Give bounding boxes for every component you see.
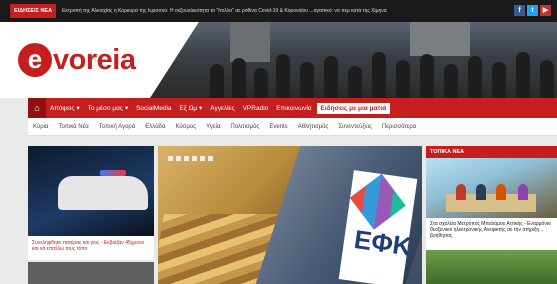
ticker-text[interactable]: Εκτροπή της Αλκιοχίας η Κορκυρα της Ιερι… (62, 8, 502, 14)
subnav-synenteyxeis[interactable]: Συνεντεύξεις (333, 124, 377, 130)
nav-item-news-glance[interactable]: Ειδήσεις με μια ματιά (315, 101, 392, 115)
nav-item-socialmedia[interactable]: SocialMedia (132, 105, 175, 112)
subnav-politismos[interactable]: Πολιτισμός (225, 124, 264, 130)
logo-letter: e (18, 43, 52, 77)
subnav-ygeia[interactable]: Υγεία (201, 124, 225, 130)
police-car-image (58, 176, 148, 210)
social-links: f t ▶ (514, 5, 551, 16)
ticker-label: ΕΙΔΗΣΕΙΣ ΝΕΑ (10, 4, 57, 18)
youtube-icon[interactable]: ▶ (540, 5, 551, 16)
local-news-widget: ΤΟΠΙΚΑ ΝΕΑ Στα σχολεία Μετρόπος Μπαλάμου… (426, 146, 557, 284)
nav-item-aggelies[interactable]: Αγγελίες (206, 105, 238, 112)
facebook-icon[interactable]: f (514, 5, 525, 16)
local-news-header[interactable]: ΤΟΠΙΚΑ ΝΕΑ (426, 146, 557, 158)
sub-nav: Κύρια Τοπικά Νέα Τοπική Αγορά Ελλάδα Κόσ… (28, 118, 557, 136)
content-area: Συνελήφθηκε πατέρας και γιος - Εκβιάζαν … (28, 140, 557, 284)
local-news-caption[interactable]: Στα σχολεία Μετρόπος Μπαλάμου Αττικής - … (426, 218, 557, 250)
nav-item-epikoinonia[interactable]: Επικοινωνία (272, 105, 315, 112)
subnav-kyria[interactable]: Κύρια (28, 124, 54, 130)
featured-article-image[interactable]: ΕΦΚ (158, 146, 422, 284)
header-banner-image (150, 22, 557, 98)
outdoor-image[interactable] (426, 250, 557, 284)
nav-item-apopseis[interactable]: Απόψεις ▾ (46, 104, 84, 112)
nav-item-ex-om[interactable]: Εξ Ωμ ▾ (176, 104, 207, 112)
twitter-icon[interactable]: t (527, 5, 538, 16)
subnav-topika-nea[interactable]: Τοπικά Νέα (54, 124, 94, 130)
nav-item-vpradio[interactable]: VPRadio (239, 105, 273, 112)
news-card-image[interactable] (28, 146, 154, 236)
subnav-topiki-agora[interactable]: Τοπική Αγορά (94, 124, 141, 130)
subnav-kosmos[interactable]: Κόσμος (171, 124, 202, 130)
site-logo[interactable]: e voreia (18, 38, 168, 82)
subnav-perissotera[interactable]: Περισσότερα (377, 124, 421, 130)
logo-text: voreia (53, 43, 136, 76)
top-ticker-bar: ΕΙΔΗΣΕΙΣ ΝΕΑ Εκτροπή της Αλκιοχίας η Κορ… (0, 0, 557, 22)
classroom-image[interactable] (426, 158, 557, 218)
efka-logo-icon (349, 173, 406, 230)
subnav-athlitismos[interactable]: Αθλητισμός (293, 124, 334, 130)
subnav-ellada[interactable]: Ελλάδα (140, 124, 170, 130)
subnav-events[interactable]: Events (264, 124, 292, 130)
nav-item-to-meso-mas[interactable]: Το μέσο μας ▾ (84, 104, 132, 112)
home-icon[interactable]: ⌂ (28, 98, 46, 118)
efka-letters: ΕΦΚ (352, 223, 414, 262)
siren-light (100, 170, 126, 176)
site-header: e voreia (0, 22, 557, 98)
main-nav: ⌂ Απόψεις ▾ Το μέσο μας ▾ SocialMedia Εξ… (28, 98, 557, 118)
news-card-caption[interactable]: Συνελήφθηκε πατέρας και γιος - Εκβιάζαν … (28, 236, 154, 260)
news-card-image-2[interactable] (28, 262, 154, 284)
slider-dots[interactable] (168, 156, 213, 161)
